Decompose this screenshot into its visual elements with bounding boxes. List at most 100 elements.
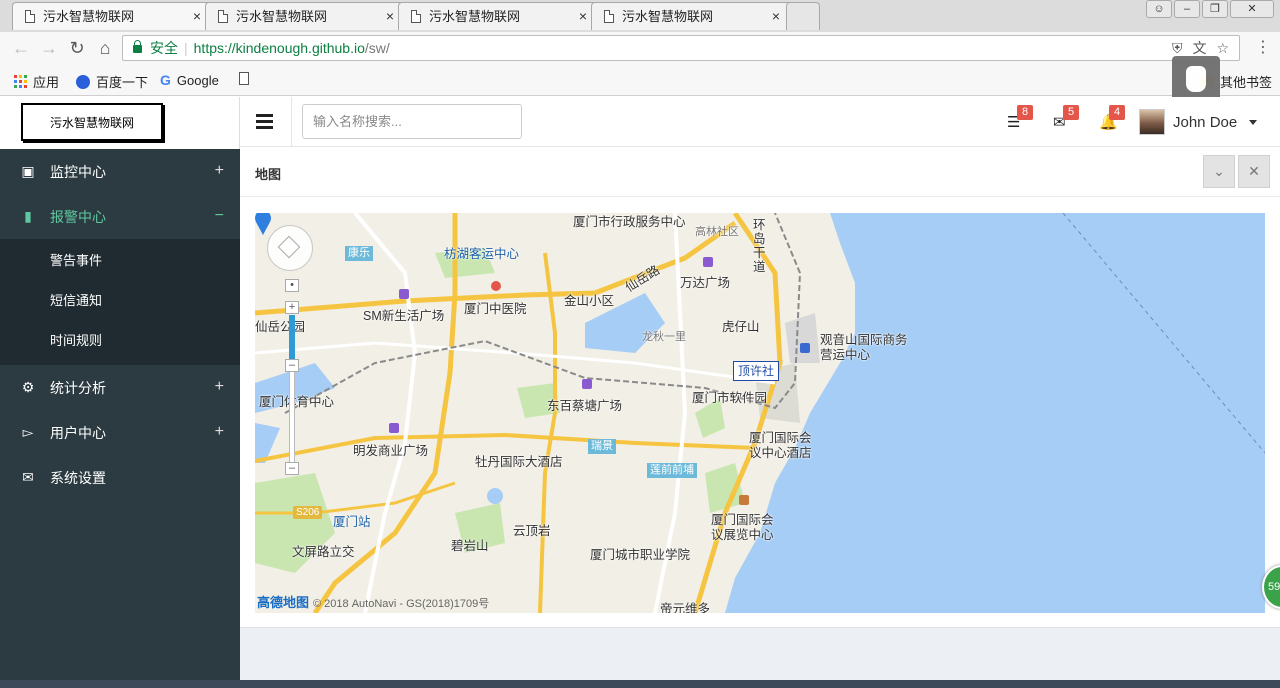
tab-title: 污水智慧物联网 — [622, 9, 714, 24]
map-label: 厦门市软件园 — [692, 391, 768, 405]
map-label: 虎仔山 — [722, 320, 760, 334]
pan-control[interactable] — [267, 225, 313, 271]
page-icon — [25, 10, 35, 23]
forward-icon[interactable]: → — [38, 37, 60, 59]
new-tab-button[interactable] — [786, 2, 820, 30]
panel-title: 地图 — [255, 167, 282, 182]
submenu-item-warning-events[interactable]: 警告事件 — [0, 241, 240, 281]
browser-tab[interactable]: 污水智慧物联网 × — [205, 2, 405, 30]
tab-close-icon[interactable]: × — [386, 3, 394, 30]
building-poi-icon — [800, 343, 810, 353]
browser-tab[interactable]: 污水智慧物联网 × — [398, 2, 598, 30]
browser-tab[interactable]: 污水智慧物联网 × — [591, 2, 791, 30]
zoom-reset-icon[interactable]: • — [285, 279, 299, 292]
map-label: 观音山国际商务营运中心 — [820, 333, 908, 362]
map-label: 瑞景 — [588, 439, 616, 454]
top-navbar: ☰ 8 ✉ 5 🔔 4 John Doe — [240, 97, 1280, 147]
menu-kebab-icon[interactable]: ⋮ — [1252, 37, 1274, 59]
collapse-panel-button[interactable]: ⌄ — [1203, 155, 1235, 188]
map-label: 莲前前埔 — [647, 463, 697, 478]
bookmark-label: 其他书签 — [1220, 75, 1273, 90]
divider — [291, 97, 292, 147]
map-label: 厦门国际会议中心酒店 — [749, 431, 812, 460]
expand-icon: + — [214, 162, 224, 179]
zoom-level-fill — [289, 315, 295, 359]
restore-icon[interactable]: ❐ — [1202, 0, 1228, 18]
minimize-icon[interactable]: – — [1174, 0, 1200, 18]
bookmark-google[interactable]: G Google — [160, 72, 219, 88]
zoom-slider[interactable]: • + – – — [285, 279, 299, 475]
messages-icon[interactable]: ✉ 5 — [1053, 105, 1079, 131]
logo[interactable]: 污水智慧物联网 — [21, 103, 163, 141]
back-icon[interactable]: ← — [10, 37, 32, 59]
sidebar-item-users[interactable]: ▻ 用户中心 + — [0, 410, 240, 455]
sidebar-item-label: 用户中心 — [50, 424, 106, 441]
sidebar-item-settings[interactable]: ✉ 系统设置 — [0, 455, 240, 500]
map-attribution: 高德地图 © 2018 AutoNavi - GS(2018)1709号 — [257, 592, 489, 611]
book-icon: ▮ — [24, 208, 32, 224]
alarm-submenu: 警告事件 短信通知 时间规则 — [0, 239, 240, 365]
user-menu[interactable]: John Doe — [1139, 109, 1258, 135]
notifications-bell-icon[interactable]: 🔔 4 — [1099, 105, 1125, 131]
map-label: 万达广场 — [680, 276, 731, 290]
browser-tabstrip: 污水智慧物联网 × 污水智慧物联网 × 污水智慧物联网 × 污水智慧物联网 × … — [0, 0, 1280, 32]
page-icon — [218, 10, 228, 23]
search-input[interactable] — [302, 104, 522, 139]
map-label: 碧岩山 — [451, 539, 489, 553]
browser-tab[interactable]: 污水智慧物联网 × — [12, 2, 212, 30]
brand-area: 污水智慧物联网 — [0, 97, 240, 149]
url-host: https://kindenough.github.io — [193, 40, 365, 56]
map-panel: 地图 ⌄ ✕ 厦门市行政服务中心 枋湖客运中心 康乐 SM新生活广场 厦门中医院… — [240, 147, 1280, 628]
tab-close-icon[interactable]: × — [772, 3, 780, 30]
messages-badge: 5 — [1063, 105, 1079, 120]
map-view[interactable]: 厦门市行政服务中心 枋湖客运中心 康乐 SM新生活广场 厦门中医院 金山小区 万… — [255, 213, 1265, 613]
google-g-icon: G — [160, 72, 171, 88]
envelope-icon: ✉ — [22, 469, 34, 485]
submenu-item-sms-notify[interactable]: 短信通知 — [0, 281, 240, 321]
bookmark-label: Google — [176, 72, 219, 88]
home-icon[interactable]: ⌂ — [94, 37, 116, 59]
map-label: 康乐 — [345, 246, 373, 261]
apps-grid-icon — [14, 75, 27, 88]
map-label: 厦门国际会议展览中心 — [711, 513, 774, 542]
bookmark-label: 百度一下 — [96, 75, 149, 90]
map-label: 高林社区 — [695, 226, 739, 238]
panel-header: 地图 ⌄ ✕ — [240, 147, 1280, 197]
map-label: 云顶岩 — [513, 524, 551, 538]
shopping-poi-icon — [703, 257, 713, 267]
submenu-item-time-rules[interactable]: 时间规则 — [0, 321, 240, 361]
sidebar-item-monitor[interactable]: ▣ 监控中心 + — [0, 149, 240, 194]
omnibox-separator: | — [184, 40, 188, 56]
sidebar: 污水智慧物联网 ⌂ 功能 ▣ 监控中心 + ▮ 报警中心 − 警告事件 短信通知… — [0, 97, 1280, 688]
map-label: 厦门城市职业学院 — [590, 548, 691, 562]
sidebar-item-statistics[interactable]: ⚙ 统计分析 + — [0, 365, 240, 410]
zoom-out-icon[interactable]: – — [285, 462, 299, 475]
tab-close-icon[interactable]: × — [579, 3, 587, 30]
profile-icon[interactable]: ☺ — [1146, 0, 1172, 18]
reload-icon[interactable]: ↻ — [66, 37, 88, 59]
tasks-icon[interactable]: ☰ 8 — [1007, 105, 1033, 131]
map-label: 文屏路立交 — [292, 545, 355, 559]
marker-info-label: 顶许社 — [733, 361, 780, 381]
tab-close-icon[interactable]: × — [193, 3, 201, 30]
map-label: S206 — [293, 506, 323, 519]
bookmark-blank[interactable] — [239, 72, 249, 85]
zoom-in-icon[interactable]: + — [285, 301, 299, 314]
tasks-badge: 8 — [1017, 105, 1033, 120]
shopping-poi-icon — [582, 379, 592, 389]
close-panel-button[interactable]: ✕ — [1238, 155, 1270, 188]
user-name: John Doe — [1173, 113, 1238, 131]
secure-label: 安全 — [150, 40, 178, 56]
bookmark-apps[interactable]: 应用 — [14, 72, 59, 91]
map-label: 厦门站 — [333, 515, 371, 529]
sidebar-item-alarm[interactable]: ▮ 报警中心 − — [0, 194, 240, 239]
location-pin-icon[interactable] — [255, 213, 271, 235]
address-bar[interactable]: 安全 | https://kindenough.github.io/sw/ ⛨ 文 … — [122, 35, 1240, 61]
window-controls: ☺ – ❐ ✕ — [1146, 0, 1274, 20]
zoom-handle[interactable]: – — [285, 359, 299, 372]
bookmark-baidu[interactable]: 百度一下 — [76, 72, 148, 91]
bookmark-label: 应用 — [33, 75, 60, 90]
close-window-icon[interactable]: ✕ — [1230, 0, 1274, 18]
hospital-poi-icon — [491, 281, 501, 291]
hamburger-menu-icon[interactable] — [256, 114, 273, 129]
